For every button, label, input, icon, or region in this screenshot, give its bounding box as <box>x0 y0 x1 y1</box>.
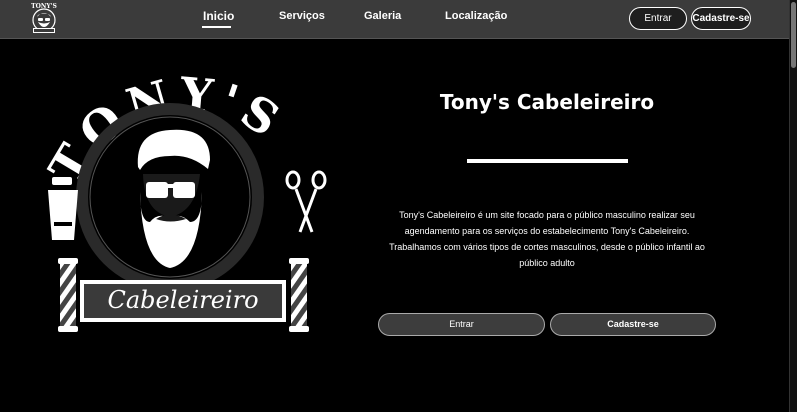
nav-login-button[interactable]: Entrar <box>629 7 687 30</box>
hero-description: Tony's Cabeleireiro é um site focado par… <box>389 210 705 268</box>
logo-banner-text: Cabeleireiro <box>107 286 258 314</box>
nav-link-servicos[interactable]: Serviços <box>279 10 325 22</box>
nav-link-galeria[interactable]: Galeria <box>364 10 401 22</box>
hero-signup-button[interactable]: Cadastre-se <box>550 313 716 336</box>
scrollbar-thumb[interactable] <box>791 2 796 68</box>
hero-login-button[interactable]: Entrar <box>378 313 545 336</box>
nav-signup-button[interactable]: Cadastre-se <box>691 7 751 30</box>
page-title: Tony's Cabeleireiro <box>439 90 655 114</box>
active-nav-indicator <box>202 26 231 28</box>
navbar: TONY'S Inicio Serviços Galeria Localizaç… <box>0 0 789 39</box>
title-divider <box>467 159 628 163</box>
nav-link-inicio[interactable]: Inicio <box>203 9 234 23</box>
barbershop-logo: TONY'S Cabeleireiro <box>40 72 327 332</box>
nav-link-localizacao[interactable]: Localização <box>445 10 507 22</box>
page-scrollbar[interactable] <box>789 0 797 412</box>
